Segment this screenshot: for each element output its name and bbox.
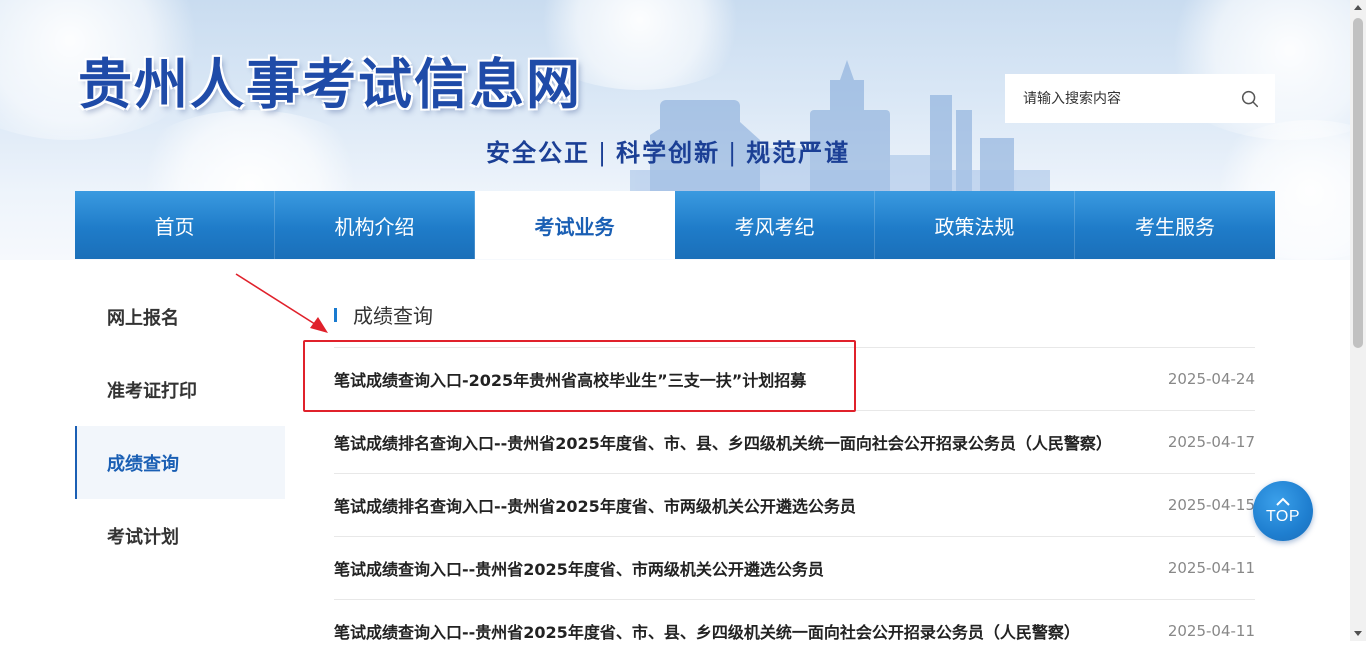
nav-item-exam-business[interactable]: 考试业务 bbox=[475, 191, 675, 259]
list-item[interactable]: 笔试成绩排名查询入口--贵州省2025年度省、市两级机关公开遴选公务员 2025… bbox=[334, 473, 1255, 536]
nav-item-candidate-service[interactable]: 考生服务 bbox=[1075, 191, 1275, 259]
page-scrollbar[interactable] bbox=[1350, 0, 1366, 641]
section-marker bbox=[334, 307, 337, 322]
scroll-down-arrow-icon[interactable] bbox=[1350, 625, 1366, 641]
sidebar-item-score-query[interactable]: 成绩查询 bbox=[75, 426, 285, 499]
list-item-date: 2025-04-11 bbox=[1167, 622, 1255, 640]
list-item[interactable]: 笔试成绩查询入口-2025年贵州省高校毕业生”三支一扶”计划招募 2025-04… bbox=[334, 347, 1255, 410]
back-to-top-label: TOP bbox=[1265, 507, 1301, 525]
sidebar-item-online-registration[interactable]: 网上报名 bbox=[75, 280, 285, 353]
list-item-date: 2025-04-17 bbox=[1167, 433, 1255, 451]
slogan-separator: | bbox=[728, 139, 739, 167]
nav-item-policy[interactable]: 政策法规 bbox=[875, 191, 1075, 259]
list-item[interactable]: 笔试成绩查询入口--贵州省2025年度省、市、县、乡四级机关统一面向社会公开招录… bbox=[334, 599, 1255, 662]
nav-item-exam-discipline[interactable]: 考风考纪 bbox=[675, 191, 875, 259]
sidebar: 网上报名 准考证打印 成绩查询 考试计划 bbox=[75, 280, 285, 572]
slogan-separator: | bbox=[598, 139, 609, 167]
nav-item-home[interactable]: 首页 bbox=[75, 191, 275, 259]
list-item-title[interactable]: 笔试成绩查询入口-2025年贵州省高校毕业生”三支一扶”计划招募 bbox=[334, 367, 806, 391]
list-item-date: 2025-04-24 bbox=[1167, 370, 1255, 388]
slogan-part: 科学创新 bbox=[616, 138, 721, 167]
list-item-title[interactable]: 笔试成绩查询入口--贵州省2025年度省、市两级机关公开遴选公务员 bbox=[334, 556, 824, 580]
back-to-top-button[interactable]: TOP bbox=[1253, 481, 1313, 541]
list-item-date: 2025-04-11 bbox=[1167, 559, 1255, 577]
sidebar-item-exam-plan[interactable]: 考试计划 bbox=[75, 499, 285, 572]
list-item-title[interactable]: 笔试成绩查询入口--贵州省2025年度省、市、县、乡四级机关统一面向社会公开招录… bbox=[334, 619, 1080, 643]
nav-item-about[interactable]: 机构介绍 bbox=[275, 191, 475, 259]
list-item-title[interactable]: 笔试成绩排名查询入口--贵州省2025年度省、市两级机关公开遴选公务员 bbox=[334, 493, 856, 517]
slogan-part: 规范严谨 bbox=[746, 138, 851, 167]
city-skyline-illustration bbox=[630, 60, 1050, 195]
list-item-title[interactable]: 笔试成绩排名查询入口--贵州省2025年度省、市、县、乡四级机关统一面向社会公开… bbox=[334, 430, 1112, 454]
scrollbar-thumb[interactable] bbox=[1353, 18, 1363, 348]
score-query-list: 笔试成绩查询入口-2025年贵州省高校毕业生”三支一扶”计划招募 2025-04… bbox=[334, 347, 1255, 662]
sidebar-item-admission-ticket[interactable]: 准考证打印 bbox=[75, 353, 285, 426]
slogan-part: 安全公正 bbox=[486, 138, 590, 167]
list-item-date: 2025-04-15 bbox=[1167, 496, 1255, 514]
section-title: 成绩查询 bbox=[353, 304, 433, 328]
site-slogan: 安全公正 | 科学创新 | 规范严谨 bbox=[486, 133, 850, 168]
list-item[interactable]: 笔试成绩查询入口--贵州省2025年度省、市两级机关公开遴选公务员 2025-0… bbox=[334, 536, 1255, 599]
chevron-up-icon bbox=[1276, 497, 1290, 506]
search-input[interactable] bbox=[1021, 89, 1239, 108]
scroll-up-arrow-icon[interactable] bbox=[1350, 0, 1366, 16]
section-header: 成绩查询 bbox=[334, 300, 433, 329]
list-item[interactable]: 笔试成绩排名查询入口--贵州省2025年度省、市、县、乡四级机关统一面向社会公开… bbox=[334, 410, 1255, 473]
site-title: 贵州人事考试信息网 bbox=[78, 52, 582, 116]
main-nav: 首页 机构介绍 考试业务 考风考纪 政策法规 考生服务 bbox=[75, 191, 1275, 259]
search-box bbox=[1005, 74, 1275, 123]
search-icon[interactable] bbox=[1239, 88, 1261, 110]
